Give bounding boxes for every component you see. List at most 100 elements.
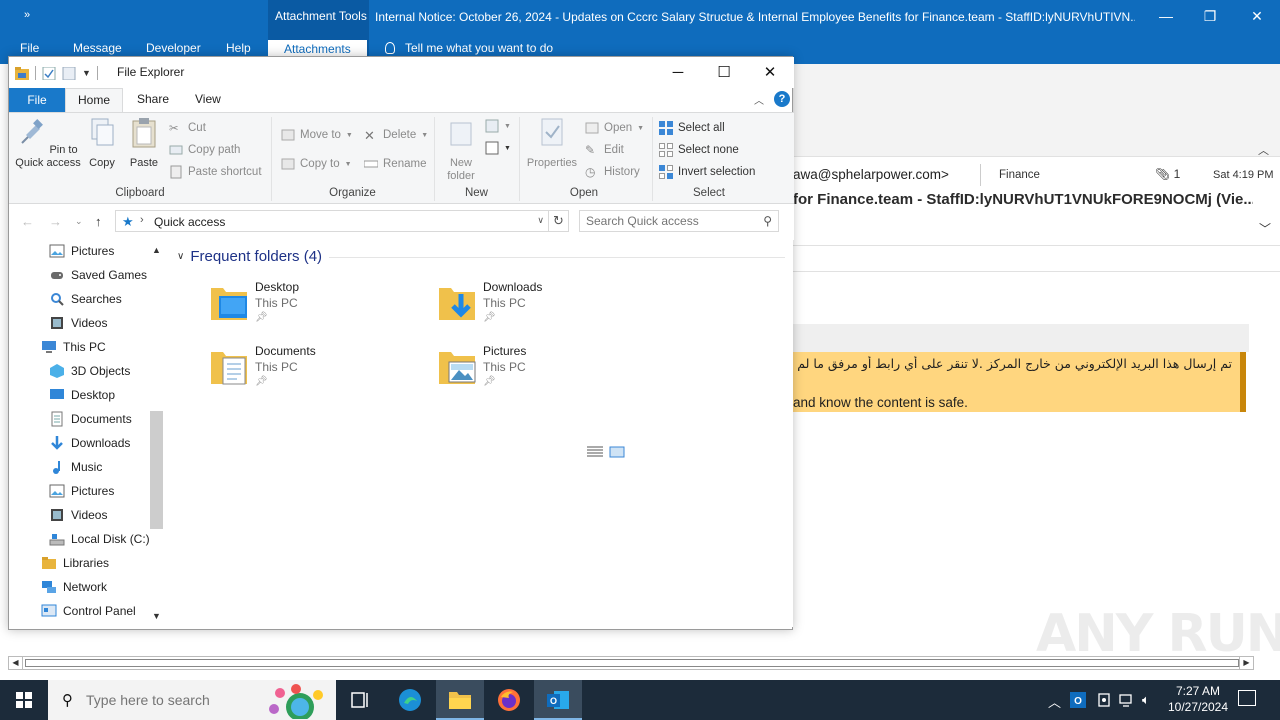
show-hidden-icons-icon[interactable]: ︿ <box>1048 692 1061 711</box>
vertical-scrollbar[interactable]: ▲ ▼ <box>149 240 164 627</box>
firefox-taskbar-button[interactable] <box>485 680 533 720</box>
copy-path-button[interactable]: Copy path <box>169 143 240 157</box>
search-icon[interactable]: ⚲ <box>763 214 772 228</box>
new-folder-icon[interactable] <box>62 66 76 80</box>
file-explorer-taskbar-button[interactable] <box>436 680 484 720</box>
search-box[interactable]: ⚲ <box>579 210 779 232</box>
move-to-button[interactable]: Move to ▼ <box>281 128 353 142</box>
scroll-up-icon[interactable]: ▲ <box>149 242 164 258</box>
close-button[interactable]: ✕ <box>747 57 793 88</box>
restore-button[interactable]: ❐ <box>1198 6 1222 26</box>
select-none-button[interactable]: Select none <box>659 143 739 157</box>
nav-item-libraries[interactable]: Libraries <box>41 552 109 574</box>
tab-developer[interactable]: Developer <box>146 41 201 55</box>
nav-item-documents[interactable]: Documents <box>49 408 132 430</box>
sender-address[interactable]: awa@sphelarpower.com> <box>793 167 949 182</box>
nav-item-searches[interactable]: Searches <box>49 288 122 310</box>
tab-message[interactable]: Message <box>73 41 122 55</box>
forward-arrow-icon[interactable]: → <box>49 214 62 229</box>
task-view-icon <box>351 692 368 708</box>
copy-button[interactable]: Copy <box>87 117 117 170</box>
nav-item-desktop[interactable]: Desktop <box>49 384 115 406</box>
chevron-down-icon[interactable]: ∨ <box>537 215 544 226</box>
tab-home[interactable]: Home <box>65 88 123 113</box>
tell-me-box[interactable]: Tell me what you want to do <box>385 41 553 55</box>
nav-item-videos-pc[interactable]: Videos <box>49 504 107 526</box>
nav-item-music[interactable]: Music <box>49 456 102 478</box>
properties-icon[interactable] <box>42 66 56 80</box>
folder-tile-pictures[interactable]: Pictures This PC 📌︎ <box>437 344 637 400</box>
close-button[interactable]: ✕ <box>1245 6 1269 26</box>
edge-taskbar-button[interactable] <box>386 680 434 720</box>
search-input[interactable] <box>586 213 756 229</box>
nav-item-downloads[interactable]: Downloads <box>49 432 130 454</box>
details-view-icon[interactable] <box>587 446 603 458</box>
select-all-button[interactable]: Select all <box>659 121 725 135</box>
nav-item-3d-objects[interactable]: 3D Objects <box>49 360 130 382</box>
nav-item-control-panel[interactable]: Control Panel <box>41 600 136 622</box>
delete-button[interactable]: ✕ Delete ▼ <box>364 128 428 143</box>
scroll-left-icon[interactable]: ◀ <box>9 657 23 669</box>
help-icon[interactable]: ? <box>774 91 790 107</box>
scrollbar-thumb[interactable] <box>150 411 163 529</box>
taskbar-search-input[interactable] <box>86 691 286 709</box>
nav-item-this-pc[interactable]: This PC <box>41 336 106 358</box>
taskbar-search[interactable]: ⚲ <box>48 680 336 720</box>
copy-to-button[interactable]: Copy to ▼ <box>281 157 352 171</box>
rename-button[interactable]: Rename <box>364 157 426 171</box>
folder-tile-documents[interactable]: Documents This PC 📌︎ <box>209 344 409 400</box>
paste-button[interactable]: Paste <box>127 117 161 170</box>
start-button[interactable] <box>0 680 48 720</box>
folder-tile-downloads[interactable]: Downloads This PC 📌︎ <box>437 280 637 336</box>
recipient[interactable]: Finance <box>999 169 1040 181</box>
new-item-button[interactable]: ▼ <box>485 119 511 133</box>
history-button[interactable]: ◷ History <box>585 165 640 179</box>
device-icon[interactable] <box>1096 692 1112 708</box>
nav-item-pictures-pc[interactable]: Pictures <box>49 480 114 502</box>
collapse-ribbon-icon[interactable]: ︿ <box>754 92 764 107</box>
pin-to-quick-access-button[interactable]: Pin to Quick access <box>15 117 81 170</box>
folder-tile-desktop[interactable]: Desktop This PC 📌︎ <box>209 280 409 336</box>
nav-item-videos[interactable]: Videos <box>49 312 107 334</box>
edit-button[interactable]: ✎ Edit <box>585 143 624 157</box>
open-button[interactable]: Open ▼ <box>585 121 644 135</box>
cut-button[interactable]: ✂ Cut <box>169 121 206 135</box>
up-arrow-icon[interactable]: ↑ <box>95 214 102 229</box>
tab-view[interactable]: View <box>195 92 221 106</box>
breadcrumb-chevron-icon[interactable]: › <box>140 214 144 226</box>
maximize-button[interactable]: ☐ <box>701 57 747 88</box>
nav-item-local-disk[interactable]: Local Disk (C:) <box>49 528 150 550</box>
easy-access-button[interactable]: ▼ <box>485 141 511 155</box>
nav-item-network[interactable]: Network <box>41 576 107 598</box>
system-clock[interactable]: 7:27 AM 10/27/2024 <box>1160 683 1236 715</box>
chevron-down-icon[interactable]: ∨ <box>177 251 184 262</box>
frequent-folders-header[interactable]: ∨ Frequent folders (4) <box>177 248 322 265</box>
notification-center-icon[interactable] <box>1238 690 1256 706</box>
paste-shortcut-button[interactable]: Paste shortcut <box>169 165 262 179</box>
chevron-down-icon[interactable]: ﹀ <box>1259 220 1271 237</box>
quick-access-overflow-icon[interactable]: » <box>24 9 30 21</box>
nav-item-saved-games[interactable]: Saved Games <box>49 264 147 286</box>
volume-icon[interactable]: 🔈︎ <box>1142 692 1150 708</box>
refresh-icon[interactable]: ↻ <box>549 210 569 232</box>
properties-button[interactable]: Properties <box>524 117 580 170</box>
nav-item-pictures[interactable]: Pictures <box>49 240 114 262</box>
outlook-tray-icon[interactable]: O <box>1070 692 1086 708</box>
outlook-taskbar-button[interactable]: O <box>534 680 582 720</box>
tab-file[interactable]: File <box>9 88 65 112</box>
scroll-down-icon[interactable]: ▼ <box>149 608 164 624</box>
task-view-button[interactable] <box>336 680 384 720</box>
tab-file[interactable]: File <box>20 41 39 55</box>
chevron-down-icon[interactable]: ▼ <box>82 68 91 78</box>
minimize-button[interactable]: ─ <box>655 57 701 88</box>
large-icons-view-icon[interactable] <box>609 446 625 458</box>
tab-share[interactable]: Share <box>137 92 169 106</box>
minimize-button[interactable]: — <box>1154 6 1178 26</box>
back-arrow-icon[interactable]: ← <box>21 214 34 229</box>
network-tray-icon[interactable] <box>1119 692 1135 708</box>
address-bar[interactable]: ★ › Quick access ∨ <box>115 210 549 232</box>
invert-selection-button[interactable]: Invert selection <box>659 165 755 179</box>
new-folder-button[interactable]: New folder <box>441 117 481 183</box>
recent-locations-icon[interactable]: ⌄ <box>75 216 83 227</box>
tab-help[interactable]: Help <box>226 41 251 55</box>
